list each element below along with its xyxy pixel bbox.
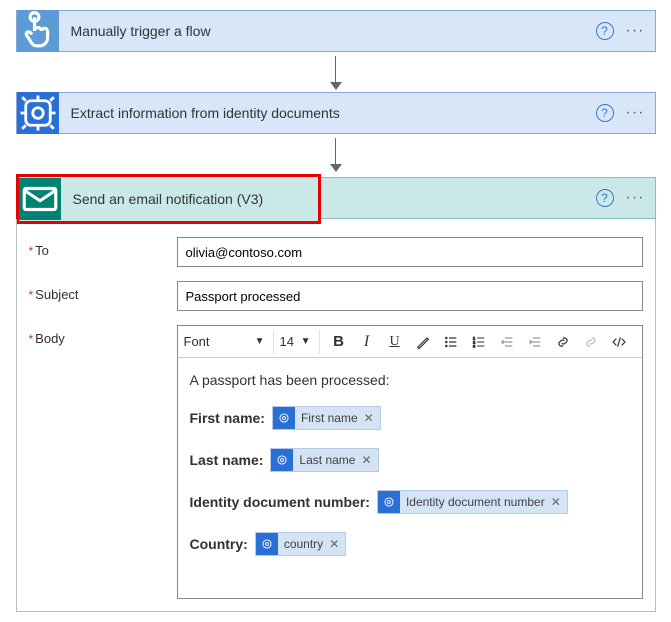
touch-icon	[17, 10, 59, 52]
code-view-button[interactable]	[606, 329, 632, 355]
token-doc-number[interactable]: Identity document number ✕	[377, 490, 568, 514]
ai-icon	[378, 491, 400, 513]
to-input[interactable]	[177, 237, 643, 267]
step-details-panel: *To *Subject *Body Font▼ 1	[16, 219, 656, 612]
token-last-name[interactable]: Last name ✕	[270, 448, 378, 472]
ai-icon	[273, 407, 295, 429]
close-icon[interactable]: ✕	[361, 453, 371, 467]
editor-toolbar: Font▼ 14▼ B I U	[178, 326, 642, 358]
ai-icon	[271, 449, 293, 471]
arrow-icon	[330, 134, 342, 174]
ellipsis-icon[interactable]: ···	[626, 22, 645, 40]
font-size-select[interactable]: 14▼	[280, 330, 320, 354]
number-list-button[interactable]: 123	[466, 329, 492, 355]
body-row-docnum: Identity document number: Identity docum…	[190, 490, 630, 514]
field-subject-row: *Subject	[29, 281, 643, 311]
arrow-icon	[330, 52, 342, 92]
step-title: Extract information from identity docume…	[59, 105, 596, 121]
ai-icon	[17, 92, 59, 134]
svg-text:3: 3	[473, 343, 476, 348]
font-select[interactable]: Font▼	[184, 330, 274, 354]
body-intro: A passport has been processed:	[190, 372, 630, 388]
editor-body[interactable]: A passport has been processed: First nam…	[178, 358, 642, 598]
body-row-country: Country: country ✕	[190, 532, 630, 556]
field-body-row: *Body Font▼ 14▼ B I U	[29, 325, 643, 599]
body-label: *Body	[29, 325, 177, 346]
link-button[interactable]	[550, 329, 576, 355]
step-send-email[interactable]: Send an email notification (V3)	[19, 177, 318, 221]
body-row-firstname: First name: First name ✕	[190, 406, 630, 430]
step-title: Manually trigger a flow	[59, 23, 596, 39]
step-actions: ? ···	[596, 22, 655, 40]
close-icon[interactable]: ✕	[329, 537, 339, 551]
mail-icon	[19, 178, 61, 220]
body-row-lastname: Last name: Last name ✕	[190, 448, 630, 472]
chevron-down-icon: ▼	[255, 336, 265, 347]
step-manual-trigger[interactable]: Manually trigger a flow ? ···	[16, 10, 656, 52]
close-icon[interactable]: ✕	[364, 411, 374, 425]
step-title: Send an email notification (V3)	[61, 191, 318, 207]
step-actions: ? ···	[596, 104, 655, 122]
flow-canvas: Manually trigger a flow ? ··· Extract in…	[10, 10, 661, 612]
step-highlight: Send an email notification (V3)	[16, 174, 656, 224]
italic-button[interactable]: I	[354, 329, 380, 355]
token-country[interactable]: country ✕	[255, 532, 346, 556]
token-first-name[interactable]: First name ✕	[272, 406, 381, 430]
unlink-button[interactable]	[578, 329, 604, 355]
help-icon[interactable]: ?	[596, 22, 614, 40]
ellipsis-icon[interactable]: ···	[626, 104, 645, 122]
bullet-list-button[interactable]	[438, 329, 464, 355]
to-label: *To	[29, 237, 177, 258]
ai-icon	[256, 533, 278, 555]
outdent-button[interactable]	[494, 329, 520, 355]
underline-button[interactable]: U	[382, 329, 408, 355]
subject-label: *Subject	[29, 281, 177, 302]
rich-text-editor: Font▼ 14▼ B I U	[177, 325, 643, 599]
step-extract-identity[interactable]: Extract information from identity docume…	[16, 92, 656, 134]
color-button[interactable]	[410, 329, 436, 355]
subject-input[interactable]	[177, 281, 643, 311]
help-icon[interactable]: ?	[596, 104, 614, 122]
field-to-row: *To	[29, 237, 643, 267]
close-icon[interactable]: ✕	[551, 495, 561, 509]
bold-button[interactable]: B	[326, 329, 352, 355]
chevron-down-icon: ▼	[301, 336, 311, 347]
indent-button[interactable]	[522, 329, 548, 355]
